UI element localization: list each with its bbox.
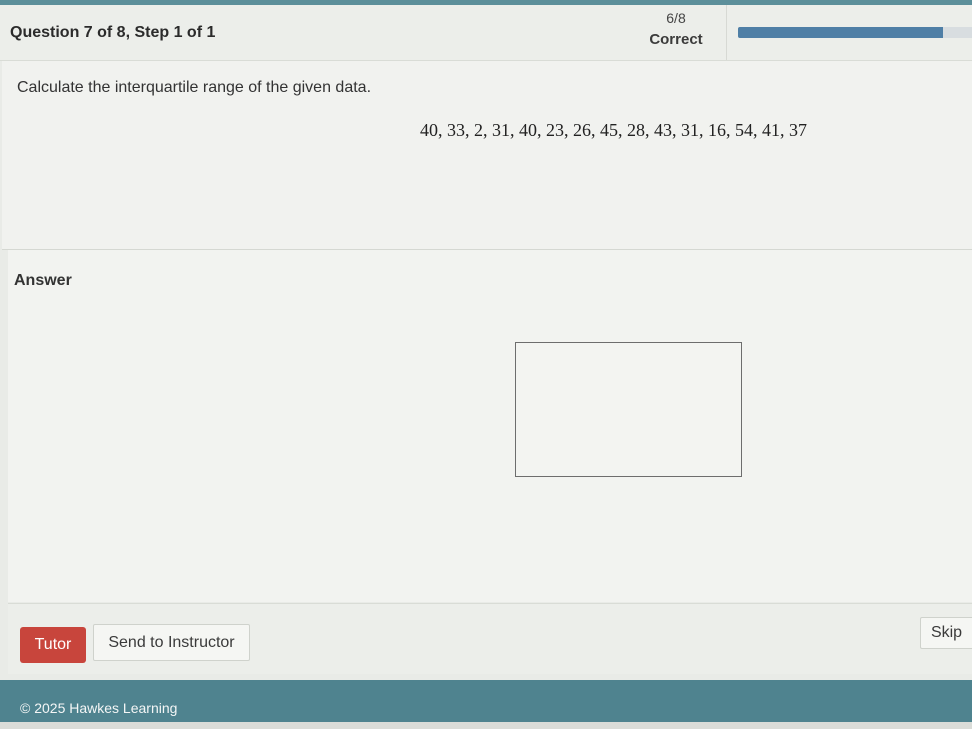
answer-input[interactable] <box>515 342 742 477</box>
score-count: 6/8 <box>666 10 686 26</box>
question-prompt: Calculate the interquartile range of the… <box>17 79 372 96</box>
header-divider <box>726 5 727 60</box>
question-step-label: Question 7 of 8, Step 1 of 1 <box>10 24 216 41</box>
answer-panel: Answer <box>8 250 972 602</box>
question-panel: Calculate the interquartile range of the… <box>2 61 972 250</box>
answer-heading: Answer <box>14 272 72 289</box>
footer-bottom-strip <box>0 722 972 729</box>
send-to-instructor-button[interactable]: Send to Instructor <box>93 624 250 661</box>
question-dataset: 40, 33, 2, 31, 40, 23, 26, 45, 28, 43, 3… <box>420 120 807 140</box>
score-summary: 6/8 Correct <box>640 10 712 48</box>
action-bar: Tutor Send to Instructor Skip <box>8 603 972 674</box>
copyright-text: © 2025 Hawkes Learning <box>20 700 178 716</box>
footer: © 2025 Hawkes Learning <box>0 680 972 722</box>
skip-button[interactable]: Skip <box>920 617 972 649</box>
tutor-button[interactable]: Tutor <box>20 627 86 663</box>
score-status: Correct <box>649 31 703 48</box>
question-header: Question 7 of 8, Step 1 of 1 6/8 Correct <box>0 5 972 61</box>
progress-bar <box>738 27 972 38</box>
progress-bar-fill <box>738 27 943 38</box>
